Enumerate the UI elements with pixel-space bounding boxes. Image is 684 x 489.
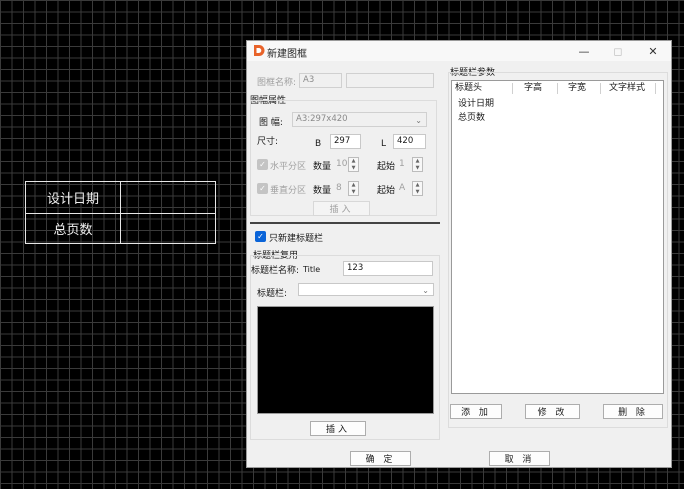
titlebar-select-label: 标题栏: bbox=[257, 289, 288, 299]
only-titlebar-checkbox[interactable]: ✓ bbox=[255, 231, 266, 242]
params-list[interactable]: 标题头 字高 字宽 文字样式 设计日期 总页数 bbox=[451, 80, 664, 394]
h-count-label: 数量 bbox=[313, 162, 332, 172]
table-cell-design-date: 设计日期 bbox=[46, 192, 99, 207]
v-count-stepper[interactable]: ▲ ▼ bbox=[348, 181, 359, 196]
canvas-title-table: 设计日期 总页数 bbox=[25, 181, 216, 244]
dimension-label: 尺寸: bbox=[257, 137, 279, 147]
delete-button[interactable]: 删 除 bbox=[603, 404, 663, 419]
app-logo-icon bbox=[252, 44, 265, 60]
partition-insert-button[interactable]: 插入 bbox=[313, 201, 370, 216]
frame-name-input[interactable]: A3 bbox=[299, 73, 342, 88]
col-separator bbox=[512, 83, 513, 94]
frame-name-label: 图框名称: bbox=[257, 78, 297, 88]
chevron-down-icon: ⌄ bbox=[422, 286, 429, 295]
h-count-value[interactable]: 10 bbox=[336, 159, 347, 169]
h-count-stepper[interactable]: ▲ ▼ bbox=[348, 157, 359, 172]
b-input[interactable]: 297 bbox=[330, 134, 361, 149]
sheet-size-select[interactable]: A3:297x420 ⌄ bbox=[292, 112, 427, 127]
col-separator bbox=[600, 83, 601, 94]
add-button[interactable]: 添 加 bbox=[450, 404, 502, 419]
chevron-down-icon: ⌄ bbox=[415, 116, 422, 125]
dialog-titlebar[interactable]: 新建图框 — ◻ ✕ bbox=[247, 41, 671, 61]
col-header-title[interactable]: 标题头 bbox=[455, 82, 482, 95]
maximize-icon: ◻ bbox=[613, 44, 623, 58]
l-label: L bbox=[381, 139, 387, 149]
v-count-label: 数量 bbox=[313, 186, 332, 196]
h-start-value[interactable]: 1 bbox=[399, 159, 405, 169]
only-titlebar-label[interactable]: 只新建标题栏 bbox=[269, 231, 323, 244]
sheet-size-value: A3:297x420 bbox=[296, 114, 348, 124]
col-header-char-height[interactable]: 字高 bbox=[524, 82, 542, 95]
table-cell-total-pages: 总页数 bbox=[53, 223, 93, 238]
h-partition-checkbox[interactable]: ✓ bbox=[257, 159, 268, 170]
cancel-button[interactable]: 取 消 bbox=[489, 451, 550, 466]
frame-name-extra-field[interactable] bbox=[346, 73, 434, 88]
minimize-icon[interactable]: — bbox=[567, 41, 601, 61]
col-header-char-width[interactable]: 字宽 bbox=[568, 82, 586, 95]
section-divider bbox=[250, 222, 440, 224]
v-start-label: 起始 bbox=[377, 186, 396, 196]
titlebar-preview bbox=[257, 306, 434, 414]
new-frame-dialog: 新建图框 — ◻ ✕ 图框名称: A3 图幅属性 图 幅: A3:297x420… bbox=[246, 40, 672, 468]
v-start-stepper[interactable]: ▲ ▼ bbox=[412, 181, 423, 196]
list-item[interactable]: 总页数 bbox=[458, 110, 485, 123]
titlebar-name-label: 标题栏名称: bbox=[251, 266, 300, 276]
col-separator bbox=[655, 83, 656, 94]
table-divider-vertical bbox=[120, 182, 121, 243]
l-input[interactable]: 420 bbox=[393, 134, 426, 149]
titlebar-name-hint: Title bbox=[303, 265, 321, 274]
h-partition-label: 水平分区 bbox=[270, 162, 307, 172]
titlebar-select[interactable]: ⌄ bbox=[298, 283, 434, 296]
edit-button[interactable]: 修 改 bbox=[525, 404, 580, 419]
ok-button[interactable]: 确 定 bbox=[350, 451, 411, 466]
h-start-label: 起始 bbox=[377, 162, 396, 172]
titlebar-name-input[interactable]: 123 bbox=[343, 261, 433, 276]
dialog-title: 新建图框 bbox=[267, 49, 307, 60]
list-item[interactable]: 设计日期 bbox=[458, 96, 494, 109]
col-separator bbox=[557, 83, 558, 94]
sheet-size-label: 图 幅: bbox=[259, 118, 283, 128]
close-icon[interactable]: ✕ bbox=[636, 41, 670, 61]
h-start-stepper[interactable]: ▲ ▼ bbox=[412, 157, 423, 172]
v-count-value[interactable]: 8 bbox=[336, 183, 342, 193]
v-start-value[interactable]: A bbox=[399, 183, 405, 193]
v-partition-checkbox[interactable]: ✓ bbox=[257, 183, 268, 194]
preview-insert-button[interactable]: 插入 bbox=[310, 421, 366, 436]
col-header-text-style[interactable]: 文字样式 bbox=[609, 82, 645, 95]
b-label: B bbox=[315, 139, 322, 149]
v-partition-label: 垂直分区 bbox=[270, 186, 307, 196]
